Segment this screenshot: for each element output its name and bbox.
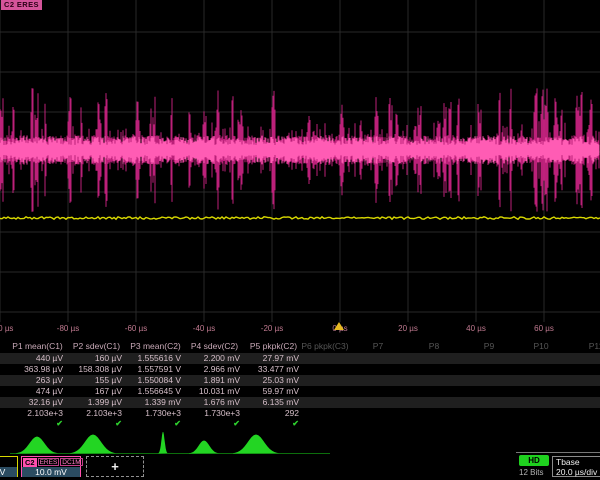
measure-value: 2.966 mV	[185, 364, 240, 375]
measure-value: 6.135 mV	[244, 397, 299, 408]
param-header[interactable]: P4 sdev(C2)	[185, 341, 244, 351]
measure-header-row: P1 mean(C1)P2 sdev(C1)P3 mean(C2)P4 sdev…	[0, 340, 600, 353]
oscilloscope-screen: C2 ERES -100 µs-80 µs-60 µs-40 µs-20 µs0…	[0, 0, 600, 480]
c2-label: C2	[23, 458, 37, 467]
hd-bits-label: 12 Bits	[519, 468, 543, 477]
status-check-icon: ✔	[8, 419, 63, 429]
histicon[interactable]	[233, 435, 279, 454]
measure-row: 263 µV 155 µV 1.550084 V 1.891 mV 25.03 mV	[0, 375, 600, 386]
time-tick-label: -40 µs	[193, 324, 215, 333]
c2-scale: 10.0 mV	[22, 467, 80, 477]
add-trace-button[interactable]: +	[86, 456, 144, 477]
panel-divider	[516, 452, 600, 453]
measure-value: 1.891 mV	[185, 375, 240, 386]
measure-table: P1 mean(C1)P2 sdev(C1)P3 mean(C2)P4 sdev…	[0, 340, 600, 429]
param-header-inactive[interactable]: P8	[429, 341, 439, 351]
param-header[interactable]: P3 mean(C2)	[126, 341, 185, 351]
measure-value: 1.339 mV	[126, 397, 181, 408]
measure-value: 1.555616 V	[126, 353, 181, 364]
measure-value: 263 µV	[8, 375, 63, 386]
status-check-icon: ✔	[244, 419, 299, 429]
trace-annotation: C2 ERES	[1, 0, 42, 10]
time-tick-label: 60 µs	[534, 324, 554, 333]
histicon[interactable]	[70, 435, 116, 454]
measure-value: 1.730e+3	[185, 408, 240, 419]
measure-value: 33.477 mV	[244, 364, 299, 375]
measure-value: 2.103e+3	[8, 408, 63, 419]
channel-c1-descriptor[interactable]: C1 DC1M 10.0 mV	[0, 456, 18, 477]
bottom-bar: C1 DC1M 10.0 mV C2 ERES DC1M 10.0 mV + H…	[0, 455, 600, 480]
time-tick-label: -60 µs	[125, 324, 147, 333]
timebase-scale: 20.0 µs/div	[553, 467, 600, 477]
measure-rows: 440 µV160 µV1.555616 V2.200 mV27.97 mV36…	[0, 353, 600, 419]
measure-value: 292	[244, 408, 299, 419]
time-axis: -100 µs-80 µs-60 µs-40 µs-20 µs0 µs20 µs…	[0, 321, 600, 338]
measure-row: 32.16 µV 1.399 µV 1.339 mV 1.676 mV 6.135 mV	[0, 397, 600, 408]
measure-value: 1.730e+3	[126, 408, 181, 419]
measure-value: 25.03 mV	[244, 375, 299, 386]
measure-value: 474 µV	[8, 386, 63, 397]
param-header[interactable]: P1 mean(C1)	[8, 341, 67, 351]
param-header-inactive[interactable]: P9	[484, 341, 494, 351]
measure-value: 27.97 mV	[244, 353, 299, 364]
param-header-inactive[interactable]: P7	[373, 341, 383, 351]
measure-status-row: ✔ ✔ ✔ ✔ ✔	[0, 419, 600, 429]
histicon[interactable]	[159, 432, 168, 454]
measure-value: 158.308 µV	[67, 364, 122, 375]
time-tick-label: 40 µs	[466, 324, 486, 333]
measure-row: 363.98 µV 158.308 µV 1.557591 V 2.966 mV 33.…	[0, 364, 600, 375]
measure-value: 363.98 µV	[8, 364, 63, 375]
status-check-icon: ✔	[67, 419, 122, 429]
trigger-time-marker-icon[interactable]	[334, 322, 344, 330]
measure-value: 2.103e+3	[67, 408, 122, 419]
param-header-inactive[interactable]: P10	[533, 341, 548, 351]
time-tick-label: -100 µs	[0, 324, 13, 333]
param-header[interactable]: P5 pkpk(C2)	[244, 341, 303, 351]
measure-row: 440 µV 160 µV 1.555616 V 2.200 mV 27.97 mV	[0, 353, 600, 364]
measure-row: 2.103e+3 2.103e+3 1.730e+3 1.730e+3 292	[0, 408, 600, 419]
waveform-display	[0, 0, 600, 322]
status-check-icon: ✔	[185, 419, 240, 429]
measure-value: 59.97 mV	[244, 386, 299, 397]
plus-icon: +	[111, 459, 119, 474]
channel-c2-descriptor[interactable]: C2 ERES DC1M 10.0 mV	[21, 456, 81, 477]
timebase-descriptor[interactable]: Tbase 20.0 µs/div	[552, 456, 600, 477]
c2-eres-badge: ERES	[38, 458, 60, 466]
time-tick-label: 20 µs	[398, 324, 418, 333]
time-tick-label: -80 µs	[57, 324, 79, 333]
measure-value: 155 µV	[67, 375, 122, 386]
histicon[interactable]	[16, 437, 58, 454]
c2-coupling-badge: DC1M	[60, 458, 82, 466]
measure-value: 1.556645 V	[126, 386, 181, 397]
measure-row: 474 µV 167 µV 1.556645 V 10.031 mV 59.97 mV	[0, 386, 600, 397]
param-header-inactive[interactable]: P11	[589, 341, 600, 351]
measure-value: 167 µV	[67, 386, 122, 397]
param-header[interactable]: P2 sdev(C1)	[67, 341, 126, 351]
measure-value: 2.200 mV	[185, 353, 240, 364]
measure-value: 1.676 mV	[185, 397, 240, 408]
measure-value: 1.557591 V	[126, 364, 181, 375]
c1-scale: 10.0 mV	[0, 467, 17, 477]
hd-mode-badge[interactable]: HD	[519, 455, 549, 466]
param-header-inactive[interactable]: P6 pkpk(C3)	[301, 341, 348, 351]
histicon[interactable]	[189, 441, 219, 454]
measure-value: 160 µV	[67, 353, 122, 364]
measure-value: 1.550084 V	[126, 375, 181, 386]
measure-value: 10.031 mV	[185, 386, 240, 397]
measure-value: 440 µV	[8, 353, 63, 364]
measure-value: 1.399 µV	[67, 397, 122, 408]
time-tick-label: -20 µs	[261, 324, 283, 333]
timebase-title: Tbase	[553, 457, 600, 467]
histicon-strip[interactable]	[0, 432, 600, 455]
measure-value: 32.16 µV	[8, 397, 63, 408]
status-check-icon: ✔	[126, 419, 181, 429]
